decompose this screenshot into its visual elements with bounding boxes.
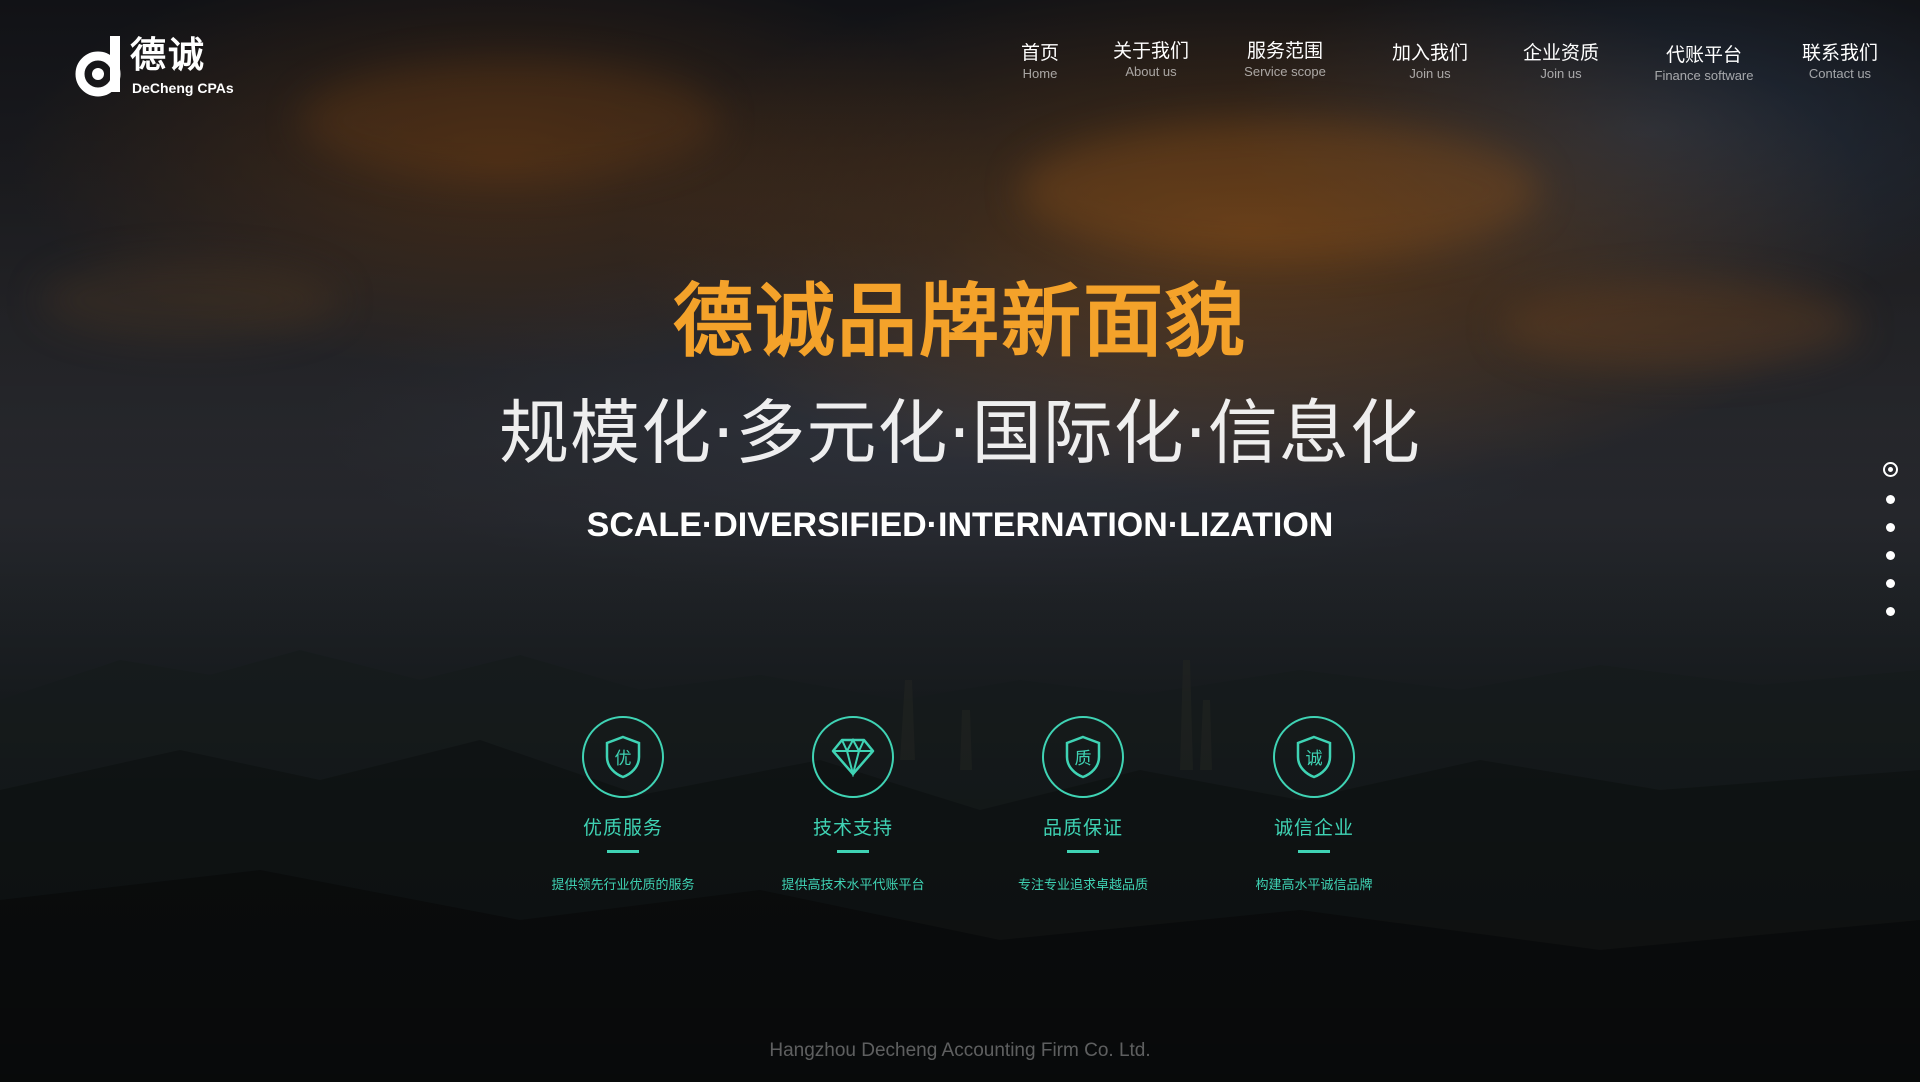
pager-dot-2[interactable] <box>1886 495 1895 504</box>
feature-quality-service[interactable]: 优 优质服务 提供领先行业优质的服务 <box>503 716 743 895</box>
nav-item-service-scope[interactable]: 服务范围 Service scope <box>1244 38 1326 80</box>
diamond-icon <box>831 737 875 777</box>
hero-title: 德诚品牌新面貌 <box>673 275 1247 368</box>
nav-label-en: Finance software <box>1654 68 1754 83</box>
feature-title: 诚信企业 <box>1273 817 1354 839</box>
shield-glyph: 优 <box>615 749 632 769</box>
nav-item-qualifications[interactable]: 企业资质 Join us <box>1523 40 1599 82</box>
feature-title: 优质服务 <box>582 817 663 839</box>
nav-label-cn: 代账平台 <box>1665 44 1742 66</box>
nav-label-en: Join us <box>1540 66 1582 81</box>
nav-label-cn: 服务范围 <box>1246 40 1323 62</box>
feature-tech-support[interactable]: 技术支持 提供高技术水平代账平台 <box>733 716 973 895</box>
feature-icon-ring <box>812 716 894 798</box>
shield-glyph: 诚 <box>1306 749 1323 769</box>
hero-subtitle-en: SCALE·DIVERSIFIED·INTERNATION·LIZATION <box>586 506 1334 544</box>
shield-zhi-icon: 质 <box>1065 735 1101 779</box>
nav-label-en: Home <box>1022 66 1058 81</box>
feature-title: 品质保证 <box>1042 817 1123 839</box>
nav-item-about[interactable]: 关于我们 About us <box>1113 38 1189 80</box>
section-pager <box>1880 462 1900 622</box>
feature-icon-ring: 质 <box>1042 716 1124 798</box>
feature-underline <box>1067 850 1099 853</box>
feature-description: 专注专业追求卓越品质 <box>1017 878 1148 893</box>
pager-dot-3[interactable] <box>1886 523 1895 532</box>
nav-label-cn: 首页 <box>1020 42 1060 64</box>
nav-item-contact[interactable]: 联系我们 Contact us <box>1802 40 1878 82</box>
nav-label-cn: 企业资质 <box>1522 42 1600 64</box>
feature-underline <box>1298 850 1330 853</box>
shield-cheng-icon: 诚 <box>1296 735 1332 779</box>
feature-description: 提供高技术水平代账平台 <box>781 878 925 893</box>
nav-item-join-us[interactable]: 加入我们 Join us <box>1392 40 1468 82</box>
feature-description: 提供领先行业优质的服务 <box>551 878 695 893</box>
nav-item-home[interactable]: 首页 Home <box>1021 40 1059 82</box>
feature-icon-ring: 诚 <box>1273 716 1355 798</box>
hero-subtitle: 规模化·多元化·国际化·信息化 <box>499 392 1421 474</box>
feature-icon-ring: 优 <box>582 716 664 798</box>
feature-title: 技术支持 <box>812 817 893 839</box>
nav-label-cn: 加入我们 <box>1391 42 1469 64</box>
feature-integrity[interactable]: 诚 诚信企业 构建高水平诚信品牌 <box>1194 716 1434 895</box>
nav-label-en: Contact us <box>1808 66 1872 81</box>
nav-label-en: Join us <box>1409 66 1451 81</box>
main-nav: 首页 Home 关于我们 About us 服务范围 Service scope… <box>0 40 1920 90</box>
feature-quality-assurance[interactable]: 质 品质保证 专注专业追求卓越品质 <box>963 716 1203 895</box>
pager-dot-1[interactable] <box>1883 462 1898 477</box>
footer-company-name: Hangzhou Decheng Accounting Firm Co. Ltd… <box>769 1040 1151 1061</box>
nav-label-en: Service scope <box>1244 64 1326 79</box>
nav-label-cn: 关于我们 <box>1112 40 1190 62</box>
shield-you-icon: 优 <box>605 735 641 779</box>
feature-underline <box>607 850 639 853</box>
feature-description: 构建高水平诚信品牌 <box>1255 878 1373 893</box>
pager-dot-4[interactable] <box>1886 551 1895 560</box>
pager-dot-5[interactable] <box>1886 579 1895 588</box>
shield-glyph: 质 <box>1075 749 1092 769</box>
nav-item-finance-platform[interactable]: 代账平台 Finance software <box>1655 42 1754 84</box>
nav-label-en: About us <box>1125 64 1177 79</box>
pager-dot-6[interactable] <box>1886 607 1895 616</box>
nav-label-cn: 联系我们 <box>1801 42 1879 64</box>
feature-underline <box>837 850 869 853</box>
